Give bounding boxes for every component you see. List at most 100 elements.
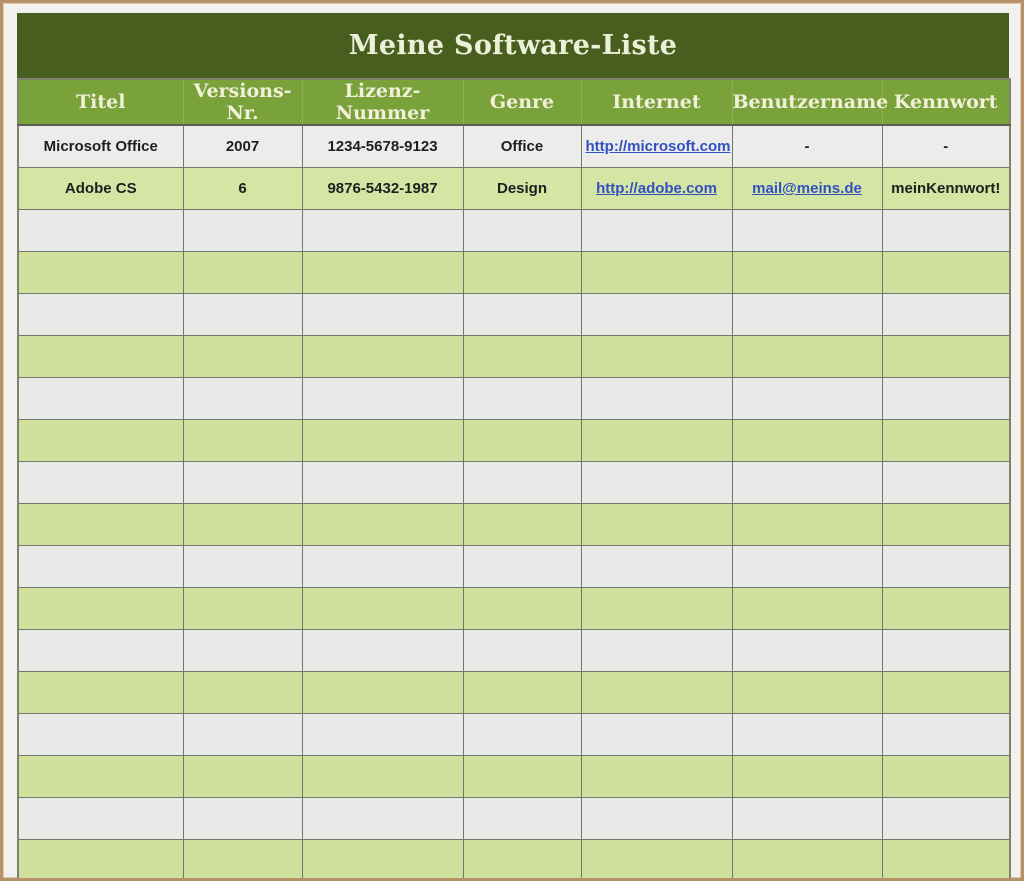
benutzername-link[interactable]: mail@meins.de — [752, 180, 862, 197]
empty-cell-benutzername — [731, 209, 883, 252]
cell-internet[interactable]: http://adobe.com — [580, 167, 733, 210]
empty-cell-versions-nr — [182, 587, 303, 630]
cell-internet[interactable]: http://microsoft.com — [580, 124, 733, 168]
cell-benutzername: - — [731, 124, 883, 168]
cell-titel: Adobe CS — [17, 167, 184, 210]
empty-cell-internet — [580, 461, 733, 504]
empty-cell-titel — [17, 545, 184, 588]
empty-cell-internet — [580, 713, 733, 756]
empty-cell-genre — [462, 587, 582, 630]
empty-table-row — [17, 629, 1011, 672]
empty-cell-benutzername — [731, 755, 883, 798]
empty-cell-lizenz-nummer — [301, 671, 464, 714]
empty-cell-lizenz-nummer — [301, 251, 464, 294]
cell-versions-nr: 2007 — [182, 124, 303, 168]
empty-cell-versions-nr — [182, 797, 303, 840]
internet-link[interactable]: http://adobe.com — [596, 180, 717, 197]
empty-table-row — [17, 209, 1011, 252]
empty-cell-versions-nr — [182, 293, 303, 336]
empty-cell-lizenz-nummer — [301, 209, 464, 252]
empty-table-row — [17, 839, 1011, 878]
empty-cell-titel — [17, 587, 184, 630]
empty-cell-versions-nr — [182, 629, 303, 672]
empty-table-row — [17, 713, 1011, 756]
empty-cell-benutzername — [731, 629, 883, 672]
empty-cell-titel — [17, 251, 184, 294]
empty-cell-internet — [580, 419, 733, 462]
empty-cell-versions-nr — [182, 671, 303, 714]
empty-cell-lizenz-nummer — [301, 587, 464, 630]
empty-cell-internet — [580, 503, 733, 546]
empty-cell-kennwort — [881, 419, 1011, 462]
page: Meine Software-Liste Titel Versions-Nr. Li… — [0, 0, 1024, 881]
empty-cell-internet — [580, 587, 733, 630]
software-table: Titel Versions-Nr. Lizenz-Nummer Genre Inter… — [17, 78, 1011, 878]
empty-cell-versions-nr — [182, 209, 303, 252]
cell-versions-nr: 6 — [182, 167, 303, 210]
empty-cell-genre — [462, 251, 582, 294]
empty-cell-kennwort — [881, 629, 1011, 672]
column-header-versions-nr: Versions-Nr. — [182, 79, 302, 126]
empty-cell-versions-nr — [182, 461, 303, 504]
column-header-kennwort: Kennwort — [881, 79, 1010, 126]
cell-lizenz-nummer: 9876-5432-1987 — [301, 167, 464, 210]
empty-cell-benutzername — [731, 587, 883, 630]
empty-cell-internet — [580, 671, 733, 714]
empty-cell-lizenz-nummer — [301, 503, 464, 546]
empty-cell-genre — [462, 755, 582, 798]
empty-cell-genre — [462, 293, 582, 336]
empty-cell-titel — [17, 377, 184, 420]
empty-cell-versions-nr — [182, 377, 303, 420]
empty-cell-internet — [580, 377, 733, 420]
empty-cell-internet — [580, 209, 733, 252]
empty-cell-titel — [17, 461, 184, 504]
empty-cell-lizenz-nummer — [301, 797, 464, 840]
empty-cell-versions-nr — [182, 713, 303, 756]
empty-table-row — [17, 755, 1011, 798]
table-body: Microsoft Office 2007 1234-5678-9123 Office… — [17, 124, 1011, 878]
empty-cell-kennwort — [881, 671, 1011, 714]
empty-cell-versions-nr — [182, 503, 303, 546]
empty-cell-benutzername — [731, 671, 883, 714]
empty-cell-benutzername — [731, 797, 883, 840]
software-list-sheet: Meine Software-Liste Titel Versions-Nr. Li… — [17, 13, 1011, 878]
empty-table-row — [17, 671, 1011, 714]
empty-table-row — [17, 461, 1011, 504]
column-header-genre: Genre — [462, 79, 581, 126]
header-row: Titel Versions-Nr. Lizenz-Nummer Genre Inter… — [18, 79, 1010, 126]
empty-cell-benutzername — [731, 839, 883, 878]
empty-cell-benutzername — [731, 335, 883, 378]
cell-genre: Office — [462, 124, 582, 168]
empty-cell-kennwort — [881, 587, 1011, 630]
empty-cell-lizenz-nummer — [301, 377, 464, 420]
empty-cell-titel — [17, 209, 184, 252]
empty-cell-genre — [462, 713, 582, 756]
internet-link[interactable]: http://microsoft.com — [586, 138, 731, 155]
cell-benutzername[interactable]: mail@meins.de — [731, 167, 883, 210]
empty-cell-kennwort — [881, 797, 1011, 840]
empty-cell-lizenz-nummer — [301, 713, 464, 756]
empty-cell-versions-nr — [182, 251, 303, 294]
empty-cell-kennwort — [881, 713, 1011, 756]
empty-cell-titel — [17, 419, 184, 462]
empty-cell-genre — [462, 503, 582, 546]
empty-cell-versions-nr — [182, 755, 303, 798]
empty-cell-internet — [580, 797, 733, 840]
empty-cell-kennwort — [881, 461, 1011, 504]
empty-cell-lizenz-nummer — [301, 335, 464, 378]
empty-cell-benutzername — [731, 251, 883, 294]
empty-cell-kennwort — [881, 839, 1011, 878]
cell-genre: Design — [462, 167, 582, 210]
table-header: Titel Versions-Nr. Lizenz-Nummer Genre Inter… — [18, 79, 1010, 126]
empty-cell-titel — [17, 335, 184, 378]
column-header-internet: Internet — [580, 79, 732, 126]
empty-table-row — [17, 419, 1011, 462]
empty-cell-genre — [462, 545, 582, 588]
empty-table-row — [17, 797, 1011, 840]
empty-cell-genre — [462, 461, 582, 504]
column-header-benutzername: Benutzername — [731, 79, 888, 126]
empty-cell-kennwort — [881, 503, 1011, 546]
empty-cell-benutzername — [731, 503, 883, 546]
empty-cell-internet — [580, 251, 733, 294]
empty-cell-titel — [17, 755, 184, 798]
